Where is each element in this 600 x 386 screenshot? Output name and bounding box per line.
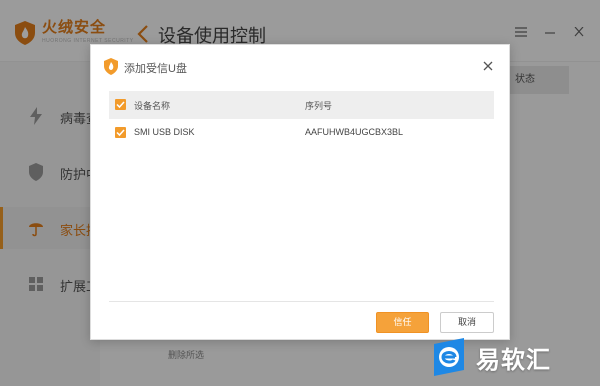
watermark-logo-icon (434, 338, 464, 376)
serial-cell: AAFUHWB4UGCBX3BL (305, 127, 404, 137)
table-header: 设备名称 序列号 (109, 91, 494, 119)
watermark-text: 易软汇 (476, 346, 551, 374)
close-icon[interactable] (481, 59, 495, 73)
dialog-title: 添加受信U盘 (124, 63, 187, 75)
trust-button[interactable]: 信任 (376, 312, 429, 333)
watermark: 易软汇 (428, 336, 551, 378)
column-header-device-name: 设备名称 (134, 101, 171, 111)
cancel-button[interactable]: 取消 (440, 312, 494, 333)
dialog-shield-icon (104, 58, 118, 75)
device-table: 设备名称 序列号 SMI USB DISK AAFUHWB4UGCBX3BL (109, 91, 494, 147)
row-checkbox[interactable] (115, 127, 126, 138)
dialog-divider (109, 301, 494, 302)
select-all-checkbox[interactable] (115, 99, 126, 110)
add-trusted-usb-dialog: 添加受信U盘 设备名称 序列号 SMI USB DISK AAFUHWB4UGC… (90, 44, 510, 340)
device-name-cell: SMI USB DISK (134, 127, 195, 137)
table-row[interactable]: SMI USB DISK AAFUHWB4UGCBX3BL (109, 119, 494, 147)
column-header-serial: 序列号 (305, 101, 333, 111)
